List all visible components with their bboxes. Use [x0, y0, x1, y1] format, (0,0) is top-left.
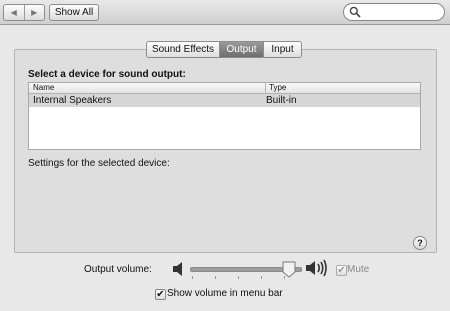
slider-tick [215, 276, 216, 279]
nav-segmented-control: ◀ ▶ [3, 4, 45, 21]
column-header-type[interactable]: Type [265, 83, 286, 93]
select-device-label: Select a device for sound output: [28, 69, 186, 80]
show-volume-label: Show volume in menu bar [167, 288, 283, 299]
chevron-right-icon[interactable]: ▶ [23, 5, 45, 20]
volume-slider-knob[interactable] [282, 261, 296, 278]
speaker-low-icon [173, 262, 182, 276]
toolbar: ◀ ▶ Show All [0, 0, 450, 25]
tab-bar: Sound Effects Output Input [146, 41, 302, 58]
slider-tick [192, 276, 193, 279]
output-volume-label: Output volume: [84, 264, 152, 275]
device-table: Name Type Internal Speakers Built-in [28, 82, 421, 150]
table-row[interactable]: Internal Speakers Built-in [29, 94, 420, 107]
show-all-button[interactable]: Show All [49, 4, 99, 21]
search-input[interactable] [343, 3, 445, 21]
tab-sound-effects[interactable]: Sound Effects [147, 42, 219, 57]
device-name-cell: Internal Speakers [33, 95, 112, 106]
tab-output[interactable]: Output [219, 42, 263, 57]
mute-label: Mute [347, 264, 370, 275]
mute-checkbox[interactable]: ✔ [336, 265, 347, 276]
device-type-cell: Built-in [266, 95, 297, 106]
magnifier-icon [349, 6, 361, 18]
tab-input[interactable]: Input [263, 42, 301, 57]
speaker-high-icon [306, 259, 327, 277]
table-header: Name Type [29, 83, 420, 94]
show-volume-checkbox[interactable]: ✔ [155, 289, 166, 300]
column-header-name[interactable]: Name [33, 83, 54, 93]
chevron-left-icon[interactable]: ◀ [4, 5, 24, 20]
slider-tick [261, 276, 262, 279]
slider-tick [238, 276, 239, 279]
help-button[interactable]: ? [413, 236, 427, 250]
settings-label: Settings for the selected device: [28, 158, 170, 169]
